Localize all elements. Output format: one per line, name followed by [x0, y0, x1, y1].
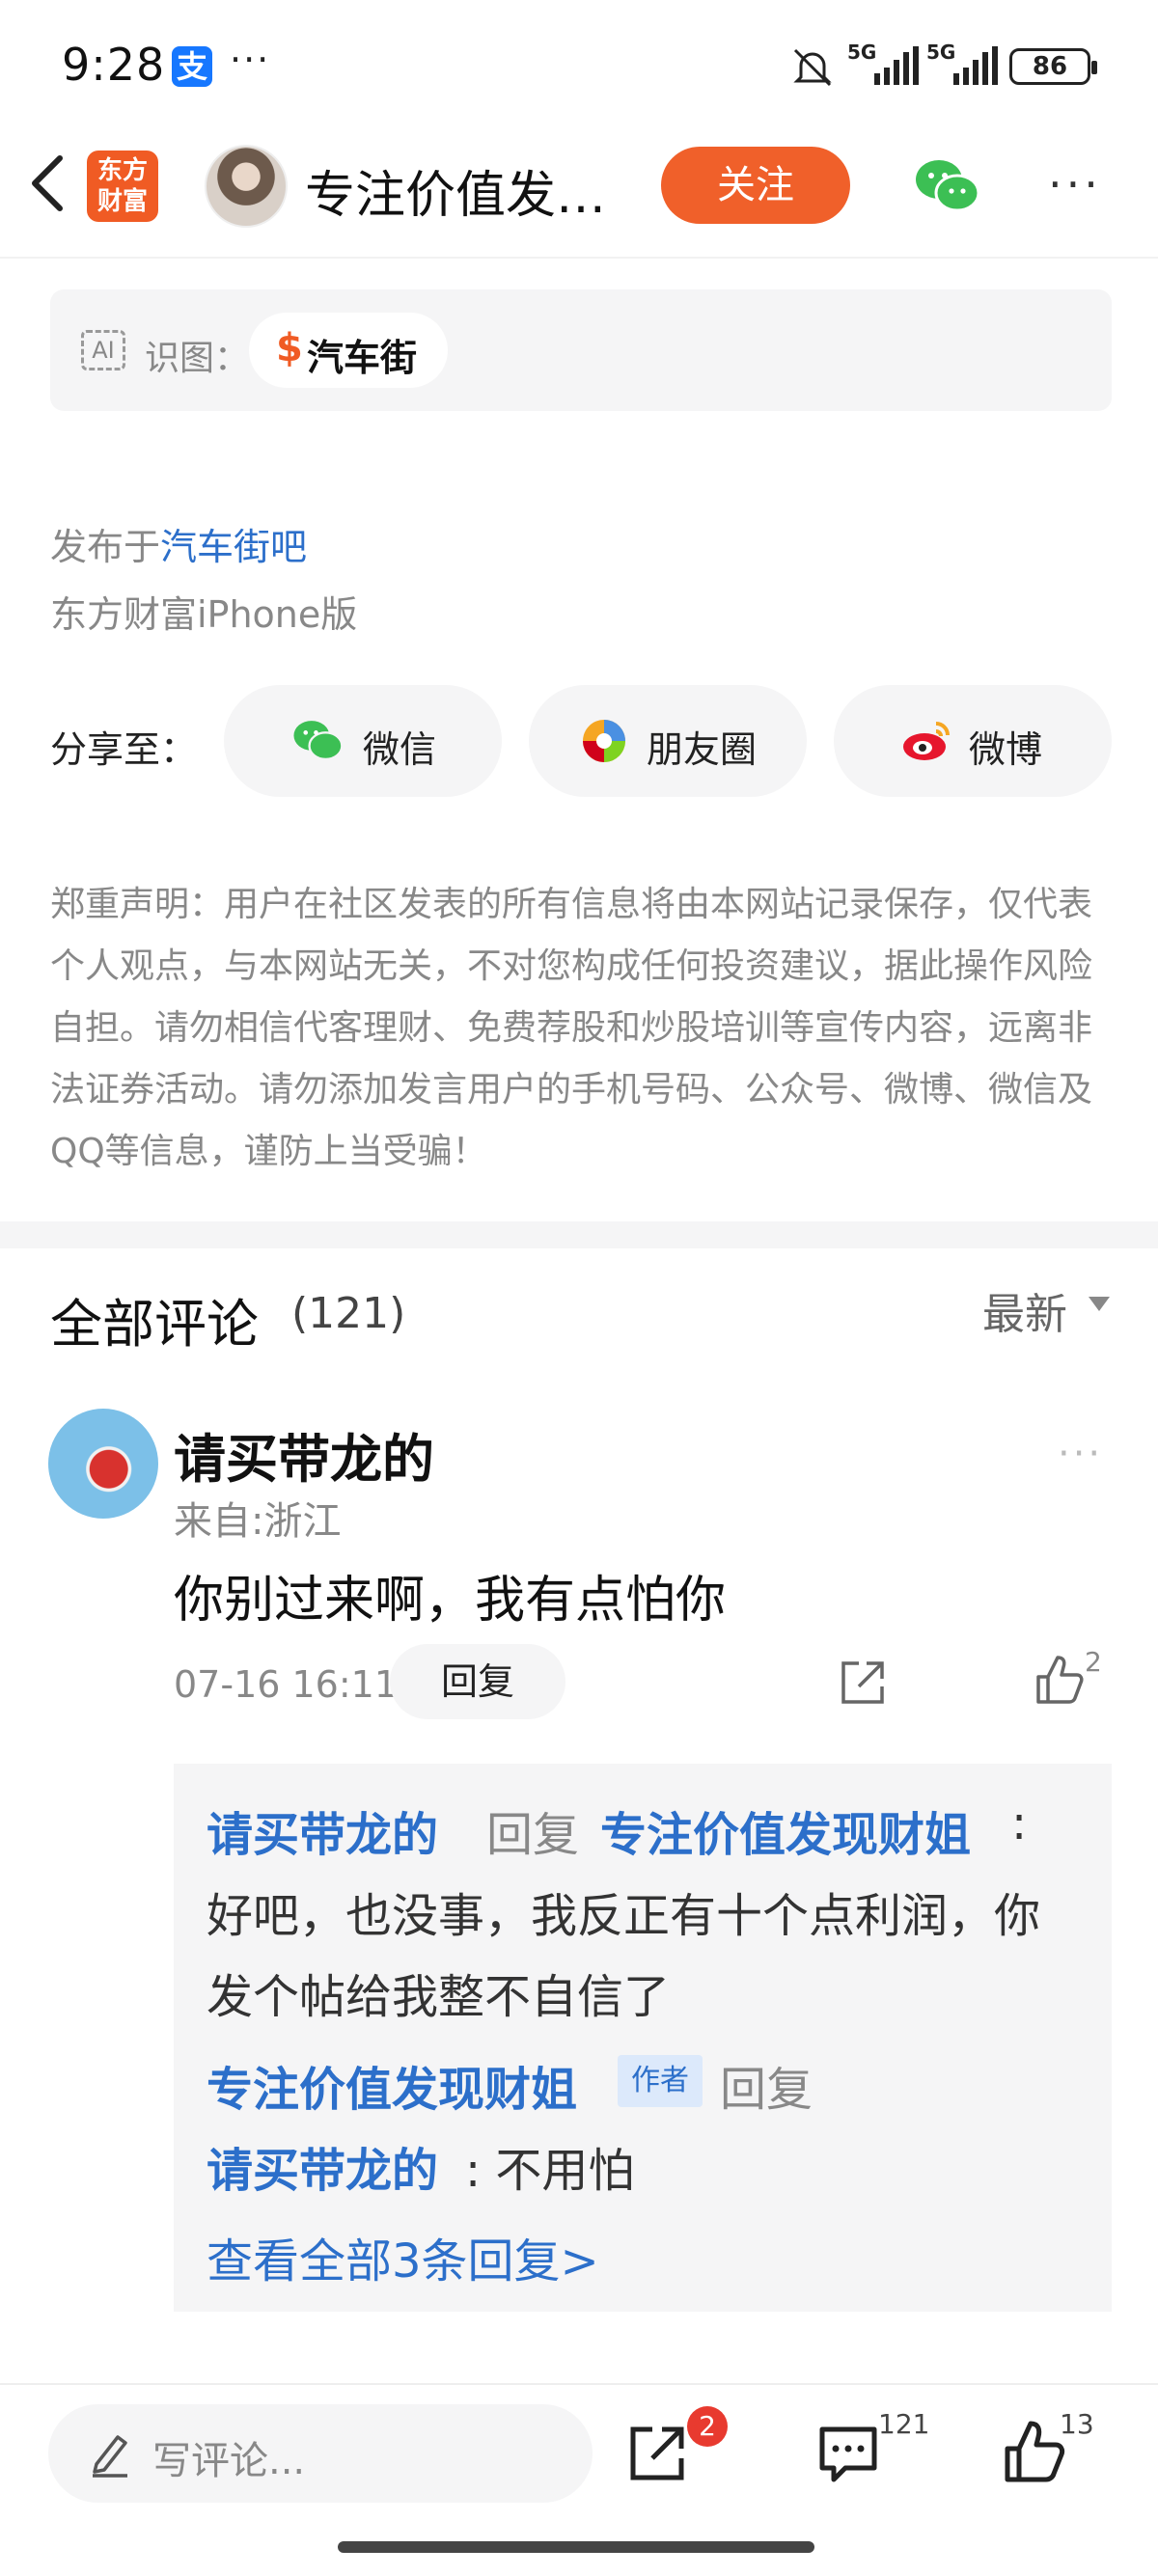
reply-2-verb: 回复 [720, 2063, 813, 2117]
section-divider [0, 1221, 1158, 1248]
sort-dropdown[interactable]: 最新 [982, 1279, 1067, 1341]
follow-button[interactable]: 关注 [661, 147, 850, 224]
comments-count: (121) [291, 1289, 406, 1338]
comment-like-count: 2 [1085, 1646, 1102, 1678]
logo-line-1: 东方 [96, 156, 148, 185]
wechat-share-icon[interactable] [913, 156, 980, 214]
app-logo[interactable]: 东方 财富 [87, 151, 158, 222]
reply-1-verb: 回复 [486, 1808, 580, 1862]
bell-muted-icon [793, 48, 832, 87]
share-weibo-label: 微博 [969, 728, 1043, 771]
moments-icon [583, 720, 625, 762]
more-options-icon[interactable]: ··· [1048, 162, 1102, 206]
reply-2-author[interactable]: 专注价值发现财姐 [207, 2051, 577, 2119]
share-icon[interactable] [627, 2422, 689, 2483]
comment-count: 121 [878, 2408, 930, 2440]
commenter-location: 来自:浙江 [174, 1499, 342, 1544]
thumbs-up-icon[interactable] [1034, 1654, 1085, 1706]
comment-text: 你别过来啊，我有点怕你 [174, 1572, 727, 1630]
reply-button[interactable]: 回复 [390, 1644, 565, 1719]
status-time: 9:28 [62, 39, 166, 91]
signal-icon [874, 46, 919, 85]
home-indicator[interactable] [338, 2541, 814, 2553]
commenter-avatar[interactable] [48, 1409, 158, 1519]
reply-1-colon: : [1011, 1796, 1028, 1850]
back-icon[interactable] [19, 145, 77, 222]
caret-down-icon[interactable] [1089, 1297, 1110, 1311]
publish-device: 东方财富iPhone版 [50, 593, 358, 636]
comment-input-placeholder[interactable]: 写评论... [152, 2429, 305, 2485]
reply-2-text: : 不用怕 [465, 2144, 635, 2198]
share-label: 分享至： [50, 728, 198, 771]
share-icon[interactable] [838, 1658, 888, 1708]
share-moments-label: 朋友圈 [647, 728, 758, 771]
share-badge: 2 [687, 2406, 728, 2447]
share-wechat-label: 微信 [363, 728, 437, 771]
bottom-bar-divider [0, 2383, 1158, 2385]
alipay-icon: 支 [172, 46, 212, 87]
author-badge: 作者 [618, 2055, 703, 2107]
publish-prefix: 发布于 [50, 526, 161, 568]
status-more-icon: ··· [230, 39, 271, 81]
reply-1-author[interactable]: 请买带龙的 [207, 1796, 438, 1864]
ai-scan-icon: AI [81, 330, 125, 370]
forum-link[interactable]: 汽车街吧 [160, 517, 307, 570]
header-divider [0, 257, 1158, 259]
dollar-icon: $ [276, 326, 303, 370]
battery-indicator: 86 [1009, 48, 1097, 85]
reply-1-target[interactable]: 专注价值发现财姐 [600, 1796, 971, 1864]
comment-icon[interactable] [816, 2424, 880, 2483]
thumbs-up-icon[interactable] [1004, 2420, 1065, 2483]
weibo-icon [903, 722, 950, 760]
pen-icon [93, 2435, 127, 2478]
comments-title: 全部评论 [50, 1294, 259, 1355]
author-avatar[interactable] [205, 145, 288, 228]
logo-line-2: 财富 [96, 187, 148, 216]
like-count: 13 [1060, 2408, 1094, 2440]
disclaimer-text: 郑重声明：用户在社区发表的所有信息将由本网站记录保存，仅代表个人观点，与本网站无… [50, 885, 1093, 1171]
view-all-replies-link[interactable]: 查看全部3条回复> [207, 2223, 599, 2290]
reply-1-text-line-1: 好吧，也没事，我反正有十个点利润，你 [207, 1889, 1041, 1943]
commenter-name[interactable]: 请买带龙的 [174, 1416, 434, 1493]
reply-1-text-line-2: 发个帖给我整不自信了 [207, 1970, 671, 2024]
wechat-icon [293, 721, 344, 761]
author-name[interactable]: 专注价值发… [305, 154, 606, 227]
stock-chip-label[interactable]: 汽车街 [307, 328, 417, 381]
reply-2-target[interactable]: 请买带龙的 [207, 2132, 438, 2200]
comment-more-icon[interactable]: ··· [1058, 1432, 1103, 1476]
signal-icon-2 [953, 46, 998, 85]
comment-time: 07-16 16:11 [174, 1663, 399, 1706]
ai-recognize-label: 识图： [145, 339, 250, 378]
